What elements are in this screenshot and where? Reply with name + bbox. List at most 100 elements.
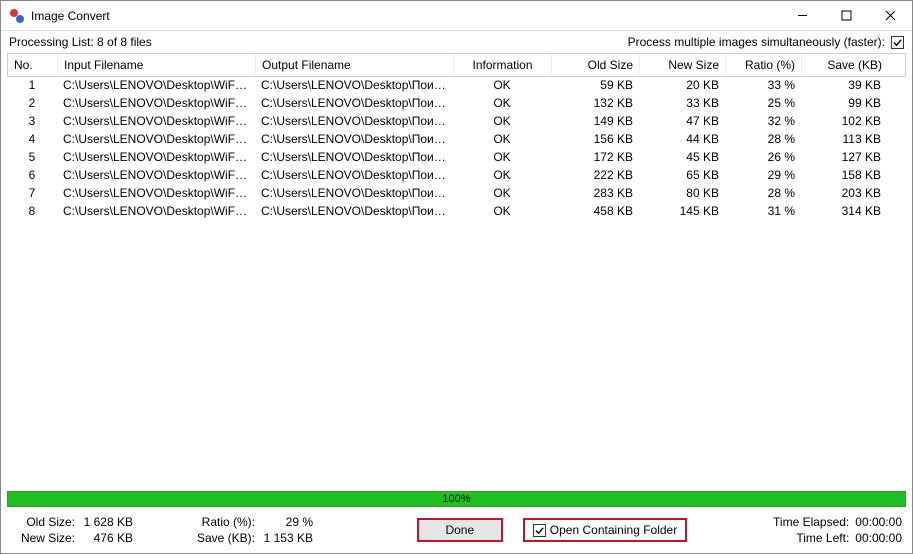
ratio-value: 29 % <box>261 515 331 529</box>
image-convert-window: Image Convert Processing List: 8 of 8 fi… <box>0 0 913 554</box>
cell-input: C:\Users\LENOVO\Desktop\WiFiGiD... <box>57 149 255 167</box>
column-header-no[interactable]: No. <box>8 54 58 76</box>
cell-info: OK <box>453 131 551 149</box>
cell-old: 132 KB <box>551 95 639 113</box>
old-size-value: 1 628 KB <box>81 515 151 529</box>
cell-ratio: 29 % <box>725 167 801 185</box>
cell-ratio: 33 % <box>725 77 801 95</box>
cell-old: 149 KB <box>551 113 639 131</box>
old-size-label: Old Size: <box>11 515 81 529</box>
cell-no: 4 <box>7 131 57 149</box>
cell-no: 1 <box>7 77 57 95</box>
cell-no: 6 <box>7 167 57 185</box>
cell-old: 59 KB <box>551 77 639 95</box>
parallel-processing-checkbox[interactable] <box>891 36 904 49</box>
column-header-info[interactable]: Information <box>454 54 552 76</box>
table-row[interactable]: 6C:\Users\LENOVO\Desktop\WiFiGiD...C:\Us… <box>7 167 906 185</box>
done-button[interactable]: Done <box>417 518 503 542</box>
cell-save: 102 KB <box>801 113 887 131</box>
top-info-bar: Processing List: 8 of 8 files Process mu… <box>1 31 912 53</box>
cell-new: 33 KB <box>639 95 725 113</box>
table-body: 1C:\Users\LENOVO\Desktop\WiFiGiD...C:\Us… <box>7 77 906 221</box>
cell-input: C:\Users\LENOVO\Desktop\WiFiGiD... <box>57 203 255 221</box>
cell-new: 80 KB <box>639 185 725 203</box>
time-left-label: Time Left: <box>773 531 849 545</box>
footer: Old Size: 1 628 KB Ratio (%): 29 % New S… <box>1 511 912 553</box>
maximize-button[interactable] <box>824 1 868 31</box>
column-header-save[interactable]: Save (KB) <box>802 54 888 76</box>
results-table: No. Input Filename Output Filename Infor… <box>1 53 912 489</box>
table-row[interactable]: 4C:\Users\LENOVO\Desktop\WiFiGiD...C:\Us… <box>7 131 906 149</box>
cell-new: 47 KB <box>639 113 725 131</box>
cell-info: OK <box>453 203 551 221</box>
open-containing-folder-label: Open Containing Folder <box>550 523 677 537</box>
cell-old: 283 KB <box>551 185 639 203</box>
cell-no: 3 <box>7 113 57 131</box>
footer-times: Time Elapsed: 00:00:00 Time Left: 00:00:… <box>773 515 902 545</box>
window-title: Image Convert <box>31 9 780 23</box>
cell-output: C:\Users\LENOVO\Desktop\Поиск\Ф... <box>255 95 453 113</box>
column-header-old[interactable]: Old Size <box>552 54 640 76</box>
done-button-label: Done <box>445 523 474 537</box>
column-header-ratio[interactable]: Ratio (%) <box>726 54 802 76</box>
cell-old: 222 KB <box>551 167 639 185</box>
cell-new: 44 KB <box>639 131 725 149</box>
cell-ratio: 28 % <box>725 185 801 203</box>
cell-info: OK <box>453 77 551 95</box>
table-row[interactable]: 2C:\Users\LENOVO\Desktop\WiFiGiD...C:\Us… <box>7 95 906 113</box>
cell-input: C:\Users\LENOVO\Desktop\WiFiGiD... <box>57 131 255 149</box>
column-header-new[interactable]: New Size <box>640 54 726 76</box>
cell-no: 8 <box>7 203 57 221</box>
app-icon <box>9 8 25 24</box>
table-row[interactable]: 1C:\Users\LENOVO\Desktop\WiFiGiD...C:\Us… <box>7 77 906 95</box>
cell-info: OK <box>453 167 551 185</box>
close-button[interactable] <box>868 1 912 31</box>
table-row[interactable]: 5C:\Users\LENOVO\Desktop\WiFiGiD...C:\Us… <box>7 149 906 167</box>
cell-output: C:\Users\LENOVO\Desktop\Поиск\Ф... <box>255 203 453 221</box>
open-containing-folder-checkbox[interactable] <box>533 524 546 537</box>
cell-input: C:\Users\LENOVO\Desktop\WiFiGiD... <box>57 167 255 185</box>
table-row[interactable]: 3C:\Users\LENOVO\Desktop\WiFiGiD...C:\Us… <box>7 113 906 131</box>
save-kb-label: Save (KB): <box>191 531 261 545</box>
cell-output: C:\Users\LENOVO\Desktop\Поиск\Ф... <box>255 131 453 149</box>
cell-output: C:\Users\LENOVO\Desktop\Поиск\Ф... <box>255 113 453 131</box>
cell-new: 145 KB <box>639 203 725 221</box>
table-row[interactable]: 7C:\Users\LENOVO\Desktop\WiFiGiD...C:\Us… <box>7 185 906 203</box>
cell-save: 39 KB <box>801 77 887 95</box>
cell-info: OK <box>453 113 551 131</box>
cell-save: 203 KB <box>801 185 887 203</box>
minimize-button[interactable] <box>780 1 824 31</box>
cell-input: C:\Users\LENOVO\Desktop\WiFiGiD... <box>57 113 255 131</box>
open-containing-folder[interactable]: Open Containing Folder <box>523 518 687 542</box>
cell-info: OK <box>453 149 551 167</box>
cell-output: C:\Users\LENOVO\Desktop\Поиск\Ф... <box>255 149 453 167</box>
cell-ratio: 28 % <box>725 131 801 149</box>
cell-no: 2 <box>7 95 57 113</box>
time-elapsed-label: Time Elapsed: <box>773 515 849 529</box>
progress-bar-wrap: 100% <box>1 489 912 511</box>
parallel-processing-label: Process multiple images simultaneously (… <box>628 35 885 49</box>
column-header-input[interactable]: Input Filename <box>58 54 256 76</box>
time-left-value: 00:00:00 <box>855 531 902 545</box>
time-elapsed-value: 00:00:00 <box>855 515 902 529</box>
cell-input: C:\Users\LENOVO\Desktop\WiFiGiD... <box>57 77 255 95</box>
cell-save: 99 KB <box>801 95 887 113</box>
cell-new: 20 KB <box>639 77 725 95</box>
progress-percent: 100% <box>442 493 470 505</box>
cell-ratio: 26 % <box>725 149 801 167</box>
cell-output: C:\Users\LENOVO\Desktop\Поиск\Ф... <box>255 77 453 95</box>
cell-output: C:\Users\LENOVO\Desktop\Поиск\Ф... <box>255 167 453 185</box>
cell-save: 113 KB <box>801 131 887 149</box>
cell-info: OK <box>453 185 551 203</box>
cell-input: C:\Users\LENOVO\Desktop\WiFiGiD... <box>57 185 255 203</box>
cell-old: 172 KB <box>551 149 639 167</box>
titlebar: Image Convert <box>1 1 912 31</box>
footer-center: Done Open Containing Folder <box>331 518 773 542</box>
window-controls <box>780 1 912 31</box>
column-header-output[interactable]: Output Filename <box>256 54 454 76</box>
cell-save: 314 KB <box>801 203 887 221</box>
cell-input: C:\Users\LENOVO\Desktop\WiFiGiD... <box>57 95 255 113</box>
cell-info: OK <box>453 95 551 113</box>
table-row[interactable]: 8C:\Users\LENOVO\Desktop\WiFiGiD...C:\Us… <box>7 203 906 221</box>
ratio-label: Ratio (%): <box>191 515 261 529</box>
